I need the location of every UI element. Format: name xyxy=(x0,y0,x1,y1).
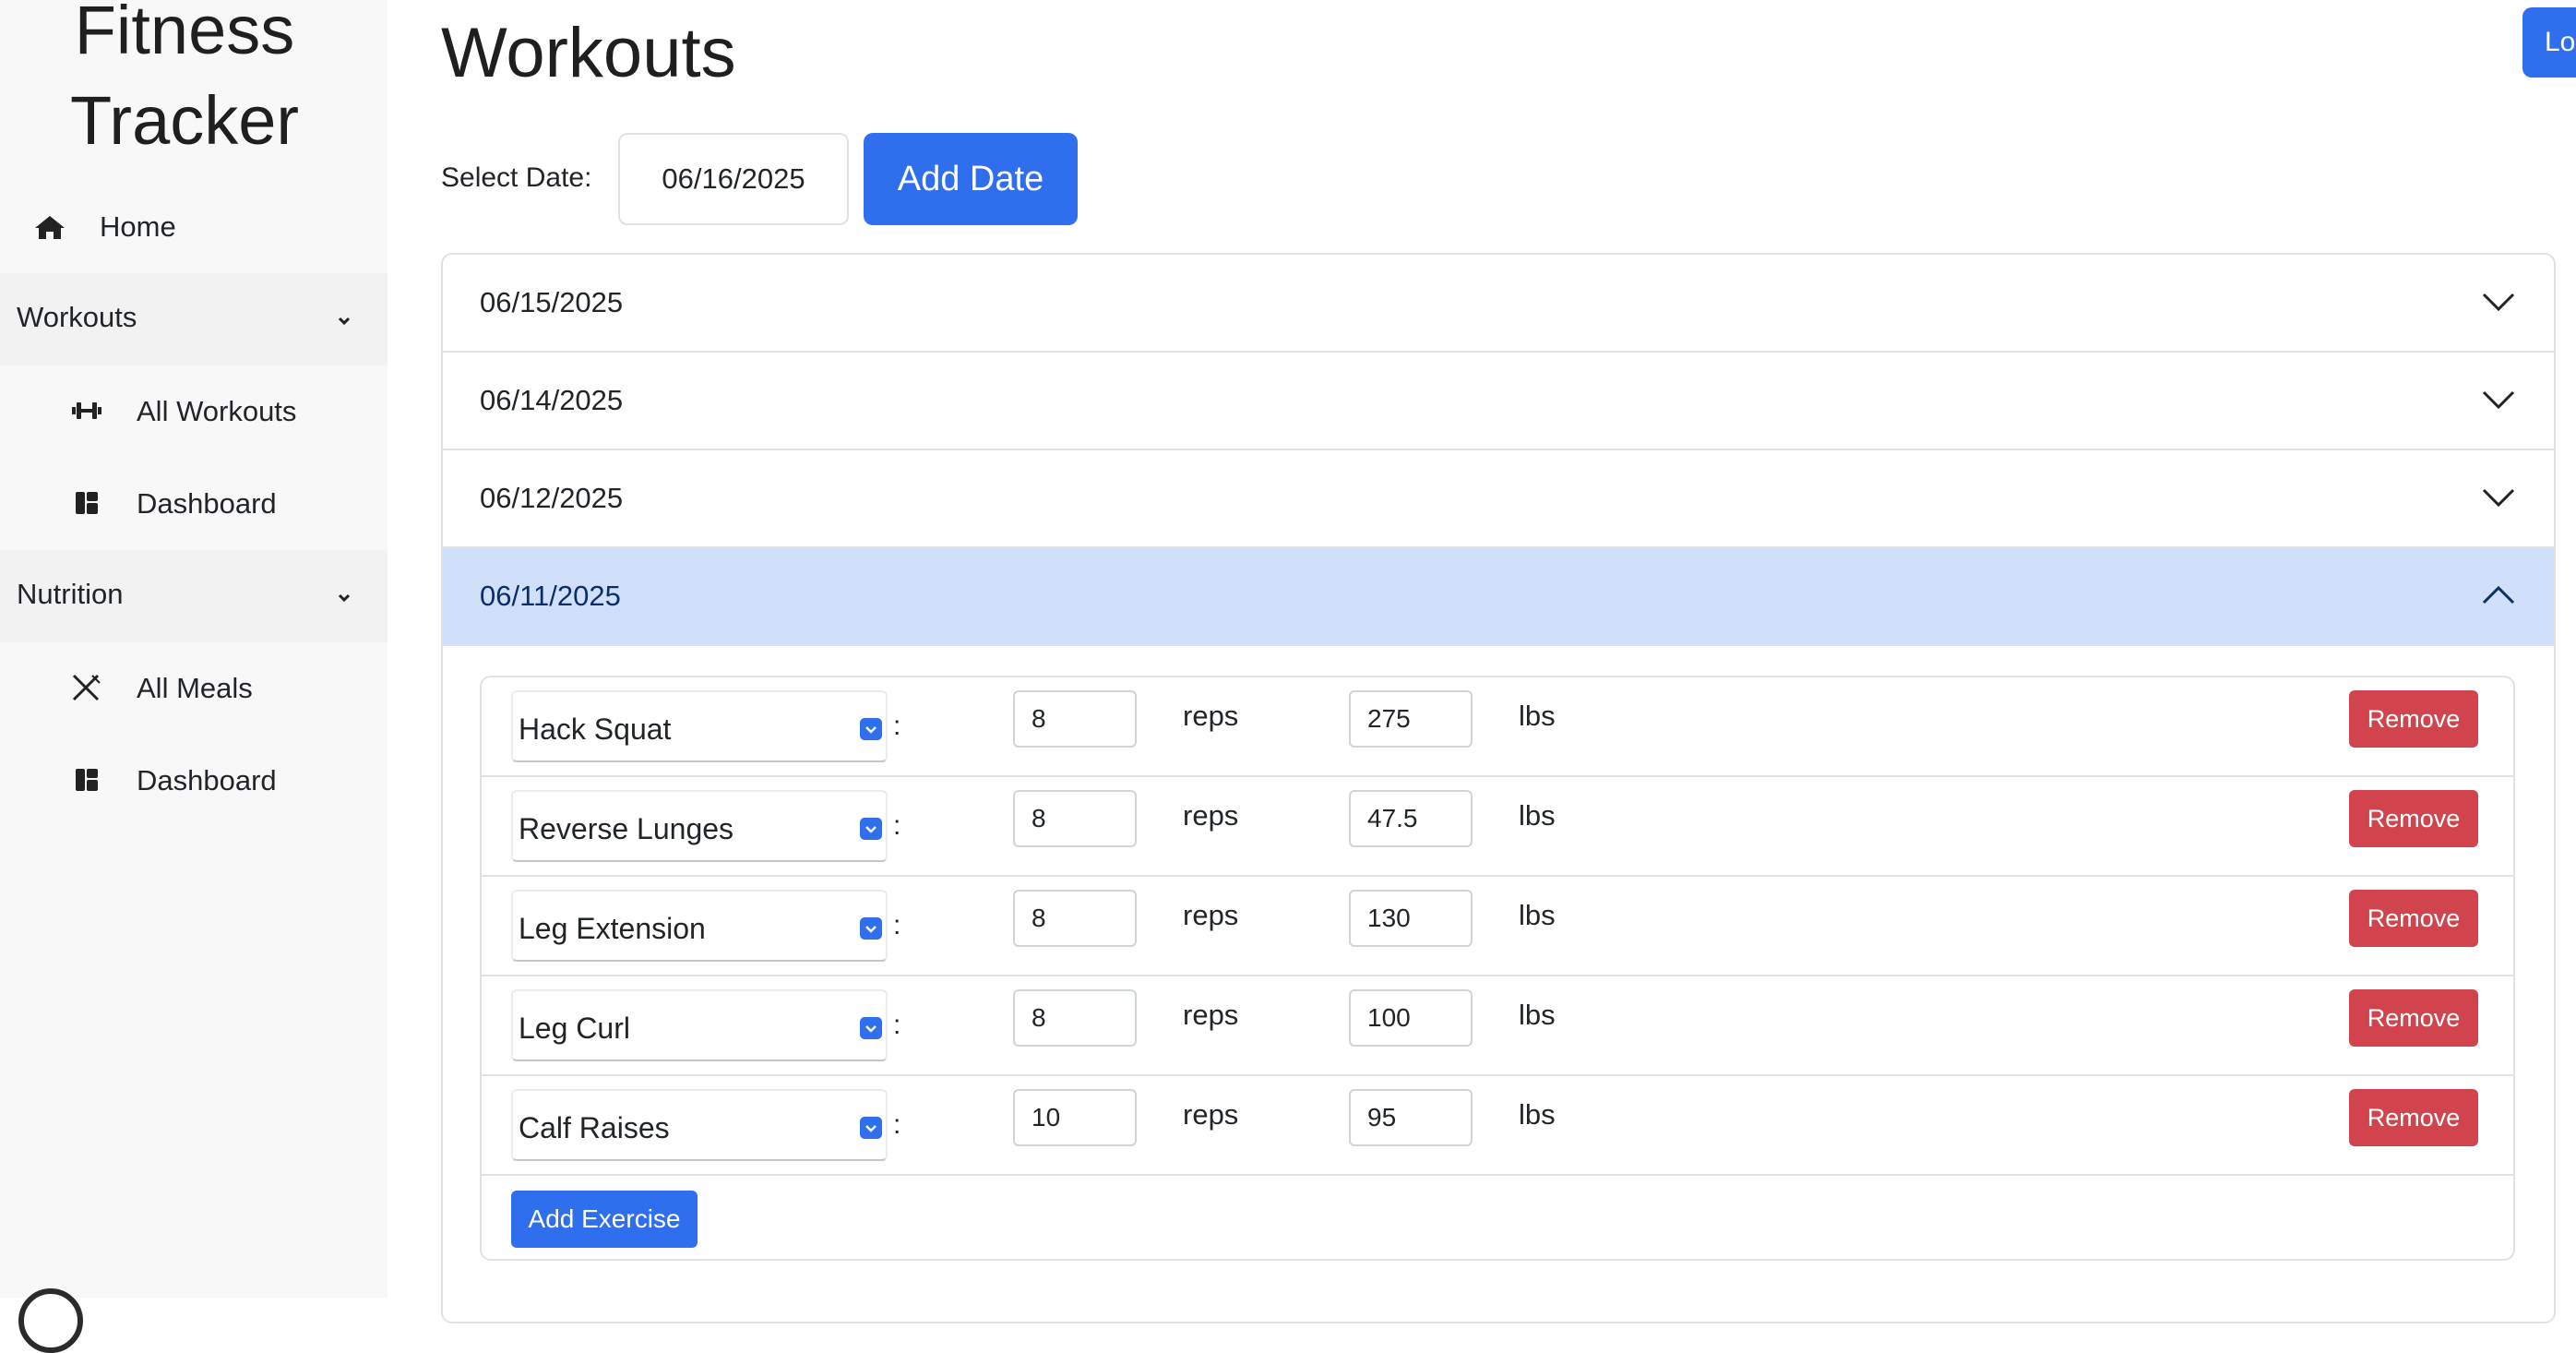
remove-button[interactable]: Remove xyxy=(2349,890,2478,947)
weight-input[interactable]: 100 xyxy=(1349,989,1473,1047)
weight-input[interactable]: 130 xyxy=(1349,890,1473,947)
chevron-down-icon xyxy=(860,917,882,940)
dumbbell-icon xyxy=(72,402,101,419)
page-title: Workouts xyxy=(441,14,736,92)
chevron-down-icon xyxy=(2482,293,2515,312)
reps-input[interactable]: 8 xyxy=(1013,690,1137,748)
exercise-list: Hack Squat : 8 reps 275 lbs Remove Rever… xyxy=(480,676,2515,1261)
exercise-select[interactable]: Leg Extension xyxy=(511,890,888,962)
exercise-select[interactable]: Reverse Lunges xyxy=(511,790,888,862)
date-input[interactable]: 06/16/2025 xyxy=(618,133,849,225)
reps-input[interactable]: 10 xyxy=(1013,1089,1137,1146)
reps-unit: reps xyxy=(1183,899,1239,931)
sidebar-group-label: Workouts xyxy=(17,301,137,333)
exercise-name: Leg Curl xyxy=(519,1012,630,1045)
exercise-name: Reverse Lunges xyxy=(519,812,734,845)
reps-input[interactable]: 8 xyxy=(1013,790,1137,847)
accordion-header[interactable]: 06/15/2025 xyxy=(443,255,2554,353)
sidebar-item-home[interactable]: Home xyxy=(0,192,388,262)
exercise-name: Leg Extension xyxy=(519,912,706,945)
remove-button[interactable]: Remove xyxy=(2349,989,2478,1047)
accordion-header-open[interactable]: 06/11/2025 xyxy=(443,548,2554,646)
sidebar-item-workouts-dashboard[interactable]: Dashboard xyxy=(0,458,388,550)
accordion-date: 06/12/2025 xyxy=(480,482,624,514)
sidebar-item-label: Dashboard xyxy=(137,764,277,796)
brand-line-1: Fitness xyxy=(74,0,295,68)
date-label: Select Date: xyxy=(441,162,592,193)
accordion-date: 06/11/2025 xyxy=(480,580,621,612)
weight-unit: lbs xyxy=(1519,799,1556,832)
chevron-down-icon xyxy=(338,593,351,603)
exercise-row: Leg Extension : 8 reps 130 lbs Remove xyxy=(482,877,2513,976)
exercise-name: Calf Raises xyxy=(519,1111,670,1144)
add-date-button[interactable]: Add Date xyxy=(864,133,1078,225)
chevron-down-icon xyxy=(860,1117,882,1139)
chevron-down-icon xyxy=(860,1017,882,1039)
exercise-select[interactable]: Leg Curl xyxy=(511,989,888,1061)
sidebar-item-all-workouts[interactable]: All Workouts xyxy=(0,365,388,458)
sidebar-group-label: Nutrition xyxy=(17,578,124,610)
login-button[interactable]: Lo xyxy=(2522,7,2576,78)
separator: : xyxy=(893,810,901,841)
accordion-header[interactable]: 06/12/2025 xyxy=(443,450,2554,548)
home-icon xyxy=(35,216,65,239)
separator: : xyxy=(893,910,901,940)
sidebar-group-workouts[interactable]: Workouts xyxy=(0,273,388,365)
reps-unit: reps xyxy=(1183,700,1239,732)
reps-unit: reps xyxy=(1183,1098,1239,1131)
remove-button[interactable]: Remove xyxy=(2349,690,2478,748)
add-exercise-button[interactable]: Add Exercise xyxy=(511,1191,698,1248)
sidebar: Fitness Tracker Home Workouts All Workou… xyxy=(0,0,388,1353)
avatar[interactable] xyxy=(18,1288,83,1353)
reps-input[interactable]: 8 xyxy=(1013,989,1137,1047)
chevron-up-icon xyxy=(2482,585,2515,605)
sidebar-item-label: All Workouts xyxy=(137,395,297,427)
chevron-down-icon xyxy=(2482,390,2515,410)
exercise-select[interactable]: Calf Raises xyxy=(511,1089,888,1161)
brand-line-2: Tracker xyxy=(69,82,300,159)
weight-input[interactable]: 275 xyxy=(1349,690,1473,748)
chevron-down-icon xyxy=(2482,488,2515,508)
app-brand: Fitness Tracker xyxy=(0,0,369,166)
reps-unit: reps xyxy=(1183,999,1239,1031)
reps-unit: reps xyxy=(1183,799,1239,832)
separator: : xyxy=(893,711,901,741)
weight-unit: lbs xyxy=(1519,1098,1556,1131)
sidebar-item-label: All Meals xyxy=(137,672,253,704)
weight-unit: lbs xyxy=(1519,700,1556,732)
exercise-row: Hack Squat : 8 reps 275 lbs Remove xyxy=(482,677,2513,777)
weight-unit: lbs xyxy=(1519,899,1556,931)
exercise-row: Calf Raises : 10 reps 95 lbs Remove xyxy=(482,1076,2513,1176)
weight-unit: lbs xyxy=(1519,999,1556,1031)
sidebar-item-label: Home xyxy=(100,210,176,243)
sidebar-item-all-meals[interactable]: All Meals xyxy=(0,642,388,735)
accordion-header[interactable]: 06/14/2025 xyxy=(443,353,2554,450)
utensils-icon xyxy=(72,674,101,701)
separator: : xyxy=(893,1109,901,1140)
weight-input[interactable]: 95 xyxy=(1349,1089,1473,1146)
sidebar-item-label: Dashboard xyxy=(137,487,277,520)
exercise-name: Hack Squat xyxy=(519,712,672,746)
chevron-down-icon xyxy=(860,818,882,840)
sidebar-group-nutrition[interactable]: Nutrition xyxy=(0,550,388,642)
dashboard-icon xyxy=(76,769,98,791)
exercise-select[interactable]: Hack Squat xyxy=(511,690,888,762)
separator: : xyxy=(893,1010,901,1040)
exercise-row: Reverse Lunges : 8 reps 47.5 lbs Remove xyxy=(482,777,2513,877)
remove-button[interactable]: Remove xyxy=(2349,790,2478,847)
chevron-down-icon xyxy=(860,718,882,740)
remove-button[interactable]: Remove xyxy=(2349,1089,2478,1146)
chevron-down-icon xyxy=(338,317,351,326)
reps-input[interactable]: 8 xyxy=(1013,890,1137,947)
weight-input[interactable]: 47.5 xyxy=(1349,790,1473,847)
exercise-row: Leg Curl : 8 reps 100 lbs Remove xyxy=(482,976,2513,1076)
workout-accordion: 06/15/2025 06/14/2025 06/12/2025 06/11/2… xyxy=(441,253,2556,1323)
sidebar-item-nutrition-dashboard[interactable]: Dashboard xyxy=(0,735,388,827)
accordion-date: 06/14/2025 xyxy=(480,384,624,416)
accordion-date: 06/15/2025 xyxy=(480,286,624,318)
dashboard-icon xyxy=(76,492,98,514)
